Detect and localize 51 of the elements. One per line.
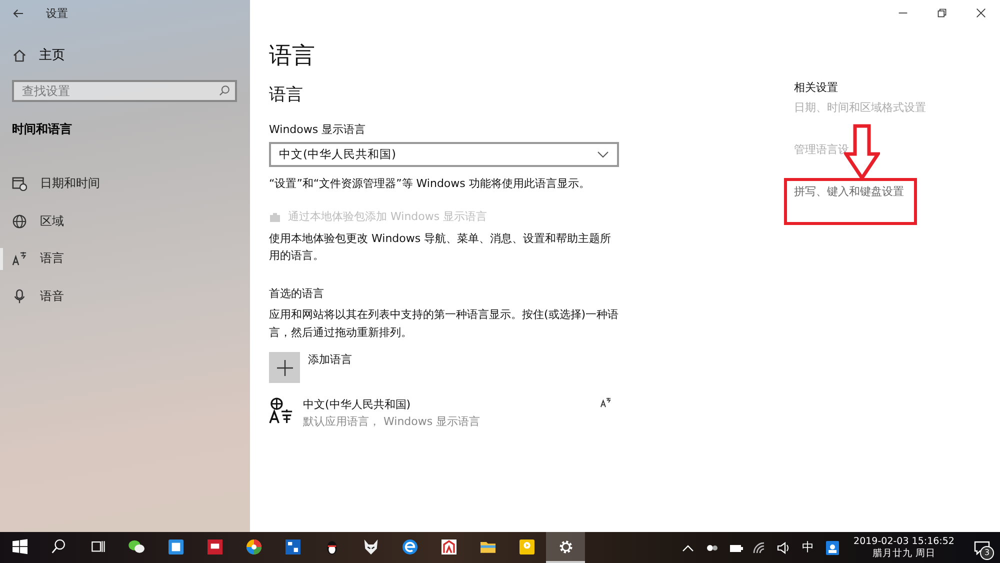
section-heading: 时间和语言 [12, 121, 73, 138]
window-title: 设置 [46, 6, 68, 20]
notification-count: 3 [980, 546, 994, 560]
search-icon [219, 85, 230, 96]
home-link[interactable]: 主页 [0, 43, 250, 67]
search-field[interactable]: 查找设置 [12, 80, 237, 102]
restore-icon [936, 8, 946, 18]
tile-app-icon [166, 536, 186, 556]
house-app-icon [438, 536, 458, 556]
language-icon [600, 397, 611, 408]
notification-icon [974, 540, 990, 554]
store-bag-icon [269, 210, 281, 222]
home-icon [13, 48, 26, 62]
screen-app-icon [204, 536, 224, 556]
language-detail: 默认应用语言， Windows 显示语言 [303, 414, 482, 429]
add-language-label[interactable]: 添加语言 [308, 352, 352, 367]
input-method-indicator[interactable]: 中 [796, 539, 820, 556]
sidebar-item[interactable]: 语言 [0, 240, 250, 278]
section-heading: 首选的语言 [269, 286, 325, 301]
language-pack-icon [269, 397, 294, 424]
description-text: 使用本地体验包更改 Windows 导航、菜单、消息、设置和帮助主题所用的语言。 [269, 231, 612, 264]
language-dropdown[interactable]: 中文(中华人民共和国) [269, 142, 619, 167]
calendar-icon [12, 176, 27, 192]
language-icon [12, 251, 27, 266]
sidebar-item[interactable]: 区域 [0, 202, 250, 240]
page-title: 语言 [269, 42, 316, 71]
globe-icon [12, 214, 27, 229]
clock-date[interactable]: 腊月廿九 周日 [872, 548, 936, 560]
pinwheel-icon [244, 536, 264, 556]
microphone-icon [12, 288, 27, 304]
clock-time[interactable]: 2019-02-03 15:16:52 [854, 536, 954, 548]
add-button[interactable] [269, 352, 300, 383]
field-label: Windows 显示语言 [269, 122, 367, 137]
settings-link[interactable]: 拼写、键入和键盘设置 [794, 185, 904, 198]
language-name[interactable]: 中文(中华人民共和国) [303, 397, 591, 412]
toolbox-icon [282, 536, 302, 556]
player-icon [516, 536, 536, 556]
user-app-icon [824, 540, 840, 554]
sidebar-item[interactable]: 日期和时间 [0, 165, 250, 202]
chevron-down-icon [597, 151, 609, 158]
browser-icon [400, 536, 420, 556]
sidebar-item[interactable]: 语音 [0, 278, 250, 315]
description-text: 应用和网站将以其在列表中支持的第一种语言显示。按住(或选择)一种语言，然后通过拖动重新排列。 [269, 307, 619, 341]
section-heading: 语言 [269, 84, 304, 107]
start-icon [10, 536, 30, 556]
close-icon [976, 8, 986, 18]
taskbar-button[interactable] [546, 532, 585, 563]
section-heading: 相关设置 [794, 80, 839, 96]
description-text: “设置”和“文件资源管理器”等 Windows 功能将使用此语言显示。 [269, 176, 591, 192]
plus-icon [276, 360, 292, 376]
back-arrow-icon [13, 8, 24, 18]
